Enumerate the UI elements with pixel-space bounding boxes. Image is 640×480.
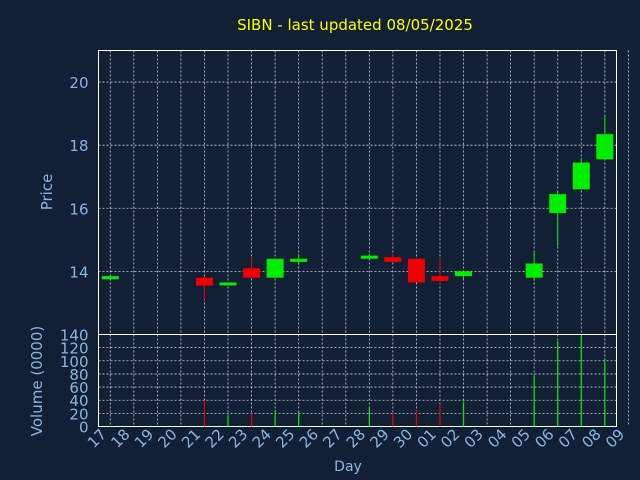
x-tick-label: 19 [131, 425, 157, 451]
volume-y-axis-label: Volume (0000) [28, 326, 46, 436]
x-tick-label: 09 [602, 425, 628, 451]
price-y-ticks: 20 18 16 14 [69, 74, 88, 281]
candle-body [195, 277, 213, 286]
price-y-tick-label: 20 [69, 74, 88, 92]
x-tick-label: 18 [107, 425, 133, 451]
x-tick-label: 29 [366, 425, 392, 451]
candle-body [219, 282, 237, 286]
candle-body [360, 255, 378, 259]
volume-bars [109, 335, 606, 427]
candle-29 [384, 254, 402, 262]
stock-chart: SIBN - last updated 08/05/2025 20 18 16 14 … [0, 0, 640, 480]
candle-body [455, 271, 473, 277]
candle-02 [455, 271, 473, 280]
x-tick-label: 30 [390, 425, 416, 451]
x-axis-ticks: 1718192021222324252627282930010203040506… [84, 425, 628, 451]
x-tick-label: 08 [578, 425, 604, 451]
price-y-tick-label: 16 [69, 200, 88, 218]
candle-body [243, 268, 261, 278]
candle-body [549, 194, 567, 214]
x-tick-label: 23 [225, 425, 251, 451]
candle-body [525, 263, 543, 278]
x-tick-label: 05 [508, 425, 534, 451]
x-tick-label: 04 [484, 425, 510, 451]
x-tick-label: 02 [437, 425, 463, 451]
candle-24 [266, 258, 284, 278]
volume-y-ticks: 140120100806040200 [60, 327, 89, 437]
candle-23 [243, 257, 261, 278]
price-grid [98, 50, 629, 335]
candle-body [431, 276, 449, 281]
chart-canvas: SIBN - last updated 08/05/2025 20 18 16 14 … [0, 0, 640, 480]
x-tick-label: 22 [202, 425, 228, 451]
x-tick-label: 07 [555, 425, 581, 451]
price-y-tick-label: 14 [69, 263, 88, 281]
volume-plot-frame [98, 334, 617, 427]
x-tick-label: 28 [343, 425, 369, 451]
candle-body [384, 257, 402, 262]
volume-grid [98, 334, 629, 427]
x-tick-label: 27 [319, 425, 345, 451]
chart-title: SIBN - last updated 08/05/2025 [237, 16, 473, 34]
candle-body [572, 162, 590, 190]
candle-28 [360, 254, 378, 259]
candle-body [596, 134, 614, 160]
x-axis-label: Day [334, 459, 362, 475]
x-tick-label: 21 [178, 425, 204, 451]
x-tick-label: 03 [461, 425, 487, 451]
price-y-axis-label: Price [38, 174, 56, 211]
price-panel: 20 18 16 14 Price [38, 50, 629, 335]
volume-y-tick-label: 0 [79, 419, 89, 437]
volume-panel: 140120100806040200 Volume (0000) [28, 326, 629, 437]
candle-body [290, 258, 308, 262]
x-tick-label: 01 [414, 425, 440, 451]
candle-01 [431, 258, 449, 285]
candle-08 [596, 115, 614, 160]
candle-21 [195, 276, 213, 300]
candle-05 [525, 252, 543, 281]
price-candles [101, 115, 614, 300]
x-tick-label: 20 [154, 425, 180, 451]
candle-body [101, 276, 119, 280]
candle-body [266, 258, 284, 278]
candle-06 [549, 192, 567, 247]
price-y-tick-label: 18 [69, 137, 88, 155]
candle-22 [219, 282, 237, 286]
x-tick-label: 26 [296, 425, 322, 451]
x-tick-label: 25 [272, 425, 298, 451]
candle-30 [407, 258, 425, 283]
x-tick-label: 06 [531, 425, 557, 451]
candle-17 [101, 276, 119, 280]
candle-07 [572, 157, 590, 190]
x-tick-label: 24 [249, 425, 275, 451]
candle-25 [290, 254, 308, 266]
candle-body [407, 258, 425, 283]
price-plot-frame [98, 50, 617, 335]
